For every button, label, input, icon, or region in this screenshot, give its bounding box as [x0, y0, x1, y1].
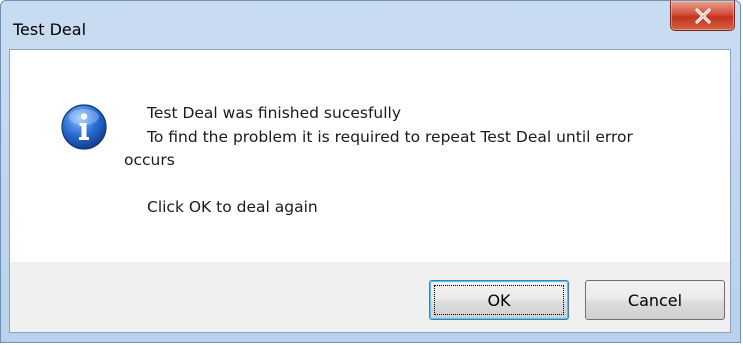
dialog-window: Test Deal Test Deal was finished sucesfu… [0, 0, 741, 343]
information-icon [61, 104, 107, 150]
message-line: Click OK to deal again [147, 198, 318, 216]
title-bar[interactable]: Test Deal [1, 1, 740, 49]
ok-button[interactable]: OK [429, 280, 569, 320]
close-button[interactable] [670, 1, 735, 31]
cancel-button-label: Cancel [627, 290, 683, 310]
window-title: Test Deal [13, 20, 87, 39]
focus-rectangle [434, 285, 564, 315]
message-line: Test Deal was finished sucesfully [147, 104, 402, 122]
message-line: occurs [124, 151, 175, 169]
cancel-button[interactable]: Cancel [585, 280, 725, 320]
message-line: To find the problem it is required to re… [147, 128, 633, 146]
close-icon [695, 8, 711, 24]
message-area: Test Deal was finished sucesfully To fin… [10, 50, 730, 262]
dialog-body: Test Deal was finished sucesfully To fin… [9, 49, 731, 333]
